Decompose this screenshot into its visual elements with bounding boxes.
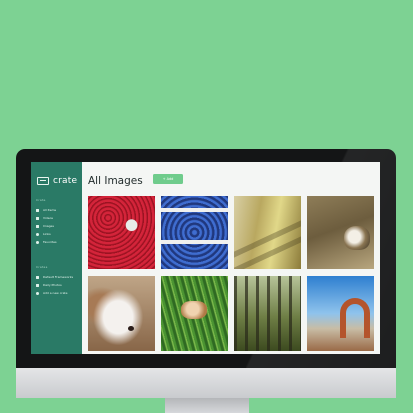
sidebar-item-favorites[interactable]: Favorites [36,238,80,246]
rock-arch [340,298,370,338]
crate-edge [161,208,228,212]
sidebar-item-videos[interactable]: Videos [36,214,80,222]
main-content: All Images + Add [82,162,380,354]
monitor-stand [165,398,249,413]
sidebar-crate-default-frameworks[interactable]: Default Frameworks [36,273,80,281]
market-photo[interactable] [234,196,301,269]
sidebar-item-links[interactable]: Links [36,230,80,238]
page-title: All Images [88,175,143,187]
link-icon [36,232,39,236]
crate-edge [161,240,228,244]
forest-photo[interactable] [234,276,301,351]
sidebar-item-label: Default Frameworks [43,275,74,279]
sidebar-item-label: Links [43,232,51,236]
dog-nose [128,326,134,331]
puppy-figure [181,301,207,319]
sidebar-item-label: Videos [43,216,53,220]
sidebar-item-all-items[interactable]: All Items [36,206,80,214]
monitor-chin [16,368,396,398]
crates-section-heading: Crates [36,265,48,269]
add-button[interactable]: + Add [153,174,183,184]
heart-icon [36,240,39,244]
dog-photo[interactable] [88,276,155,351]
strawberries-photo[interactable] [88,196,155,269]
sidebar: crate Crate All Items Videos Images Link… [31,162,82,354]
app-logo[interactable]: crate [37,175,77,187]
folder-icon [36,275,39,279]
sidebar-item-label: Daily Photos [43,283,62,287]
sidebar-item-images[interactable]: Images [36,222,80,230]
blueberries-photo[interactable] [161,196,228,269]
sidebar-crate-daily-photos[interactable]: Daily Photos [36,281,80,289]
sidebar-item-label: Add a new crate [43,291,68,295]
video-icon [36,216,39,220]
cat-figure [344,226,370,250]
plus-icon [36,291,39,295]
sidebar-item-label: Favorites [43,240,57,244]
sidebar-item-label: All Items [43,208,57,212]
crates-list: Default Frameworks Daily Photos Add a ne… [36,273,80,297]
folder-icon [36,283,39,287]
puppy-photo[interactable] [161,276,228,351]
app-name: crate [53,176,78,186]
arch-photo[interactable] [307,276,374,351]
crate-logo-icon [37,177,49,185]
add-crate-link[interactable]: Add a new crate [36,289,80,297]
grid-icon [36,208,39,212]
image-icon [36,224,39,228]
app-screen: crate Crate All Items Videos Images Link… [31,162,380,354]
cat-photo[interactable] [307,196,374,269]
nav-section-heading: Crate [36,198,46,202]
sidebar-item-label: Images [43,224,54,228]
nav-list: All Items Videos Images Links Favorites [36,206,80,246]
